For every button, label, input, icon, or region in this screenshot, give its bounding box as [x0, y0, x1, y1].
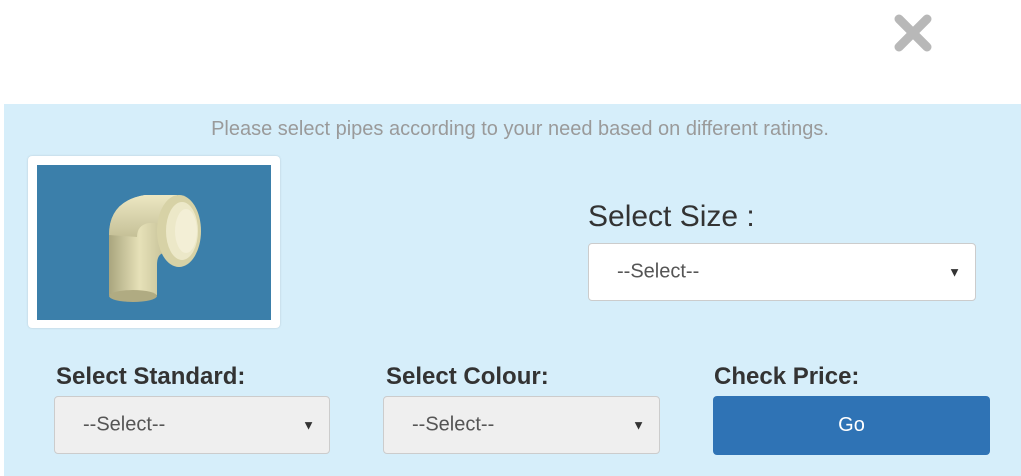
- colour-select[interactable]: --Select-- ▼: [383, 396, 660, 454]
- colour-label: Select Colour:: [386, 363, 549, 390]
- chevron-down-icon: ▼: [632, 417, 645, 433]
- go-button[interactable]: Go: [713, 396, 990, 455]
- standard-label: Select Standard:: [56, 363, 246, 390]
- standard-select[interactable]: --Select-- ▼: [54, 396, 330, 454]
- size-select[interactable]: --Select-- ▼: [588, 243, 976, 301]
- pipe-elbow-image: [109, 195, 201, 302]
- price-check-dialog: Please select pipes according to your ne…: [0, 0, 1021, 476]
- close-icon[interactable]: [890, 10, 936, 56]
- chevron-down-icon: ▼: [948, 264, 961, 280]
- check-price-label: Check Price:: [714, 363, 860, 390]
- product-image-frame: [28, 156, 280, 328]
- size-select-value: --Select--: [617, 260, 700, 283]
- intro-text: Please select pipes according to your ne…: [211, 118, 829, 140]
- colour-select-value: --Select--: [412, 413, 495, 436]
- product-image: [37, 165, 271, 320]
- chevron-down-icon: ▼: [302, 417, 315, 433]
- size-label: Select Size :: [588, 200, 755, 233]
- standard-select-value: --Select--: [83, 413, 166, 436]
